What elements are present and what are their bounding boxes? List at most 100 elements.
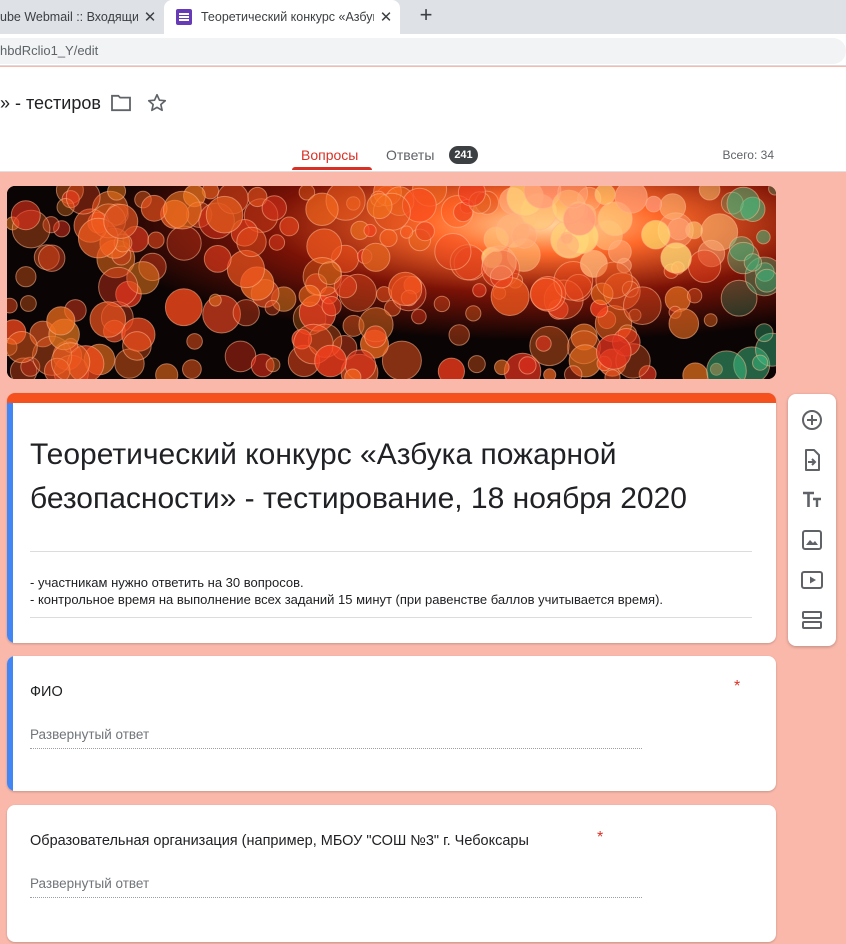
folder-icon[interactable] (110, 94, 132, 112)
add-title-icon[interactable] (800, 488, 824, 512)
bokeh-light (754, 268, 776, 293)
bokeh-light (481, 245, 517, 281)
bokeh-light (314, 344, 347, 378)
required-mark: * (734, 678, 741, 695)
address-bar: hbdRclio1_Y/edit (0, 34, 846, 66)
add-section-icon[interactable] (800, 608, 824, 632)
header-banner-image (7, 186, 776, 379)
bokeh-light (660, 242, 692, 274)
close-icon[interactable]: ✕ (378, 9, 394, 26)
browser-tab-title: ube Webmail :: Входящие (0, 10, 138, 24)
bokeh-light (465, 305, 482, 322)
bokeh-light (756, 229, 771, 245)
bokeh-light (264, 299, 281, 316)
bokeh-light (596, 334, 632, 370)
bokeh-light (560, 231, 574, 245)
form-description[interactable]: - участникам нужно ответить на 30 вопрос… (30, 574, 663, 608)
browser-tab-form[interactable]: Теоретический конкурс «Азбука пожарной ✕ (164, 0, 400, 34)
plus-icon[interactable]: + (414, 4, 438, 28)
bokeh-light (467, 355, 486, 374)
bokeh-light (10, 200, 41, 231)
bokeh-light (659, 193, 687, 221)
bokeh-light (103, 203, 139, 239)
add-question-icon[interactable] (800, 408, 824, 432)
bokeh-light (752, 354, 769, 371)
bokeh-light (265, 357, 281, 373)
bokeh-light (232, 299, 260, 327)
browser-tab-webmail[interactable]: ube Webmail :: Входящие ✕ (0, 0, 164, 34)
import-questions-icon[interactable] (800, 448, 824, 472)
bokeh-light (208, 293, 222, 307)
required-mark: * (597, 829, 604, 846)
bokeh-light (448, 324, 470, 346)
bokeh-light (595, 261, 633, 299)
total-points: Всего: 34 (722, 148, 774, 162)
add-video-icon[interactable] (800, 568, 824, 592)
bokeh-light (518, 356, 537, 375)
bokeh-light (529, 277, 563, 311)
question-title[interactable]: ФИО (30, 684, 63, 700)
bokeh-light (400, 225, 414, 239)
bokeh-light (437, 357, 465, 379)
bokeh-light (305, 192, 339, 226)
bokeh-light (743, 253, 763, 272)
bokeh-light (89, 301, 127, 338)
bokeh-light (203, 245, 232, 273)
forms-header: » - тестиров Вопросы Ответы 241 Всего: 3… (0, 67, 846, 172)
bokeh-light (379, 228, 398, 248)
browser-tab-strip: ube Webmail :: Входящие ✕ Теоретический … (0, 0, 846, 34)
bokeh-light (363, 223, 377, 238)
bokeh-light (361, 242, 391, 272)
divider (30, 551, 752, 552)
bokeh-light (366, 193, 393, 220)
bokeh-light (268, 234, 286, 251)
answer-placeholder: Развернутый ответ (30, 727, 642, 749)
bokeh-light (364, 325, 387, 348)
bokeh-light (163, 190, 202, 230)
document-title[interactable]: » - тестиров (0, 93, 101, 114)
bokeh-light (754, 323, 774, 343)
form-title[interactable]: Теоретический конкурс «Азбука пожарной б… (30, 433, 760, 521)
bokeh-light (562, 202, 596, 236)
description-line: - контрольное время на выполнение всех з… (30, 592, 664, 607)
answer-placeholder: Развернутый ответ (30, 876, 642, 898)
bokeh-light (182, 359, 202, 379)
url-field[interactable]: hbdRclio1_Y/edit (0, 38, 846, 64)
question-card-organization[interactable]: Образовательная организация (например, М… (7, 805, 776, 942)
bokeh-light (564, 365, 583, 379)
question-card-fio[interactable]: ФИО * Развернутый ответ (7, 656, 776, 791)
form-title-card[interactable]: Теоретический конкурс «Азбука пожарной б… (7, 393, 776, 643)
bokeh-light (614, 186, 648, 214)
bokeh-light (494, 359, 510, 376)
bokeh-light (107, 186, 127, 201)
bokeh-light (65, 186, 101, 215)
close-icon[interactable]: ✕ (142, 9, 158, 26)
bokeh-light (50, 342, 91, 379)
bokeh-light (472, 283, 487, 298)
star-icon[interactable] (146, 92, 168, 114)
bokeh-light (511, 222, 538, 249)
bokeh-light (298, 284, 321, 308)
bokeh-light (687, 249, 722, 284)
bokeh-light (46, 306, 76, 336)
bokeh-light (594, 186, 616, 206)
bokeh-light (608, 239, 632, 264)
bokeh-light (147, 231, 165, 249)
add-image-icon[interactable] (800, 528, 824, 552)
browser-tab-title: Теоретический конкурс «Азбука пожарной (201, 10, 374, 24)
answers-count-badge: 241 (449, 146, 478, 164)
bokeh-light (641, 219, 671, 250)
bokeh-light (411, 308, 427, 325)
bokeh-light (388, 271, 423, 307)
question-title[interactable]: Образовательная организация (например, М… (30, 833, 529, 849)
bokeh-light (623, 286, 662, 325)
tab-questions[interactable]: Вопросы (301, 147, 358, 163)
bokeh-light (645, 195, 663, 213)
bokeh-light (668, 308, 700, 339)
bokeh-light (433, 295, 451, 313)
bokeh-light (205, 195, 244, 234)
tab-answers[interactable]: Ответы (386, 147, 434, 163)
bokeh-light (434, 233, 472, 271)
bokeh-light (98, 266, 139, 308)
divider (30, 617, 752, 618)
